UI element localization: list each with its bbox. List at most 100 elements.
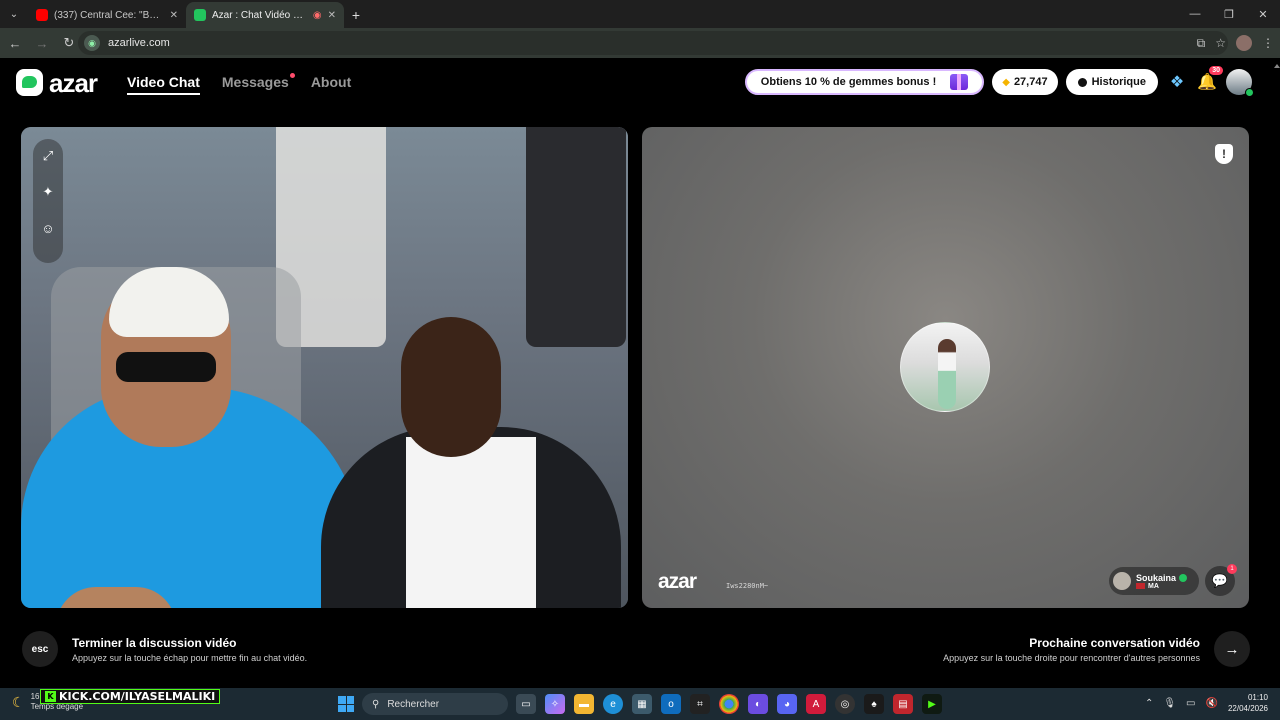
expand-icon[interactable]: ⤢ (37, 145, 59, 167)
display-icon[interactable]: ▭ (1186, 698, 1195, 709)
next-arrow-button[interactable]: → (1214, 631, 1250, 667)
tab-search-dropdown[interactable]: ⌄ (0, 0, 28, 28)
azar-logo[interactable]: azar (16, 67, 98, 98)
browser-toolbar: ← → ↻ ◉ azarlive.com ⧉ ☆ ⋮ (0, 28, 1280, 58)
end-chat-title: Terminer la discussion vidéo (72, 635, 237, 650)
page-scrollbar[interactable] (1272, 58, 1280, 688)
forward-icon[interactable]: → (30, 31, 54, 55)
smiley-icon[interactable]: ☺ (37, 217, 59, 239)
esc-key-button[interactable]: esc (22, 631, 58, 667)
task-view-icon[interactable]: ▭ (516, 694, 536, 714)
adobe-icon[interactable]: A (806, 694, 826, 714)
peer-name-row: Soukaina (1136, 573, 1187, 583)
browser-tab-azar[interactable]: Azar : Chat Vidéo avec de n ◉ ✕ (186, 2, 344, 28)
windows-start-icon[interactable] (338, 696, 354, 712)
notification-count-badge: 30 (1209, 66, 1223, 75)
nav-messages[interactable]: Messages (222, 73, 295, 95)
shop-icon[interactable]: ❖ (1166, 71, 1188, 93)
promo-label: Obtiens 10 % de gemmes bonus ! (760, 76, 937, 88)
toolbar-actions: ⧉ ☆ ⋮ (1197, 31, 1274, 55)
bookmark-star-icon[interactable]: ☆ (1215, 36, 1226, 50)
notifications-bell-icon[interactable]: 🔔 30 (1196, 66, 1223, 93)
kick-app-icon[interactable]: ▶ (922, 694, 942, 714)
new-tab-button[interactable]: + (344, 2, 368, 28)
install-app-icon[interactable]: ⧉ (1197, 36, 1206, 51)
taskbar-search[interactable]: ⚲ Rechercher (362, 693, 508, 715)
close-tab-icon[interactable]: ✕ (328, 10, 336, 21)
game-controller-icon[interactable]: ◐ (748, 694, 768, 714)
history-button[interactable]: Historique (1065, 69, 1158, 95)
user-avatar[interactable] (1226, 69, 1254, 97)
next-chat-text: Prochaine conversation vidéo Appuyez sur… (943, 636, 1200, 663)
kick-logo-icon: K (45, 691, 56, 702)
discord-icon[interactable]: ◕ (777, 694, 797, 714)
close-tab-icon[interactable]: ✕ (170, 10, 178, 21)
chat-button[interactable]: 💬 1 (1205, 564, 1237, 596)
unread-dot (289, 73, 295, 78)
stream-overlay-banner: K KICK.COM/ILYASELMALIKI (40, 689, 221, 704)
clock[interactable]: 01:10 22/04/2026 (1228, 692, 1268, 714)
restore-icon[interactable]: ❐ (1212, 0, 1246, 28)
azar-logo-icon (16, 69, 43, 96)
site-info-icon[interactable]: ◉ (84, 35, 100, 51)
azar-watermark: azar (658, 570, 697, 593)
white-shirt (406, 437, 536, 608)
gift-icon (950, 74, 969, 90)
background-dark-garment (526, 127, 626, 347)
outlook-icon[interactable]: o (661, 694, 681, 714)
morocco-flag-icon (1135, 583, 1145, 589)
tray-chevron-icon[interactable]: ⌃ (1145, 698, 1153, 709)
store-icon[interactable]: ▦ (632, 694, 652, 714)
microphone-icon[interactable]: 🎙 (1163, 698, 1176, 709)
site-header: azar Video Chat Messages About Obtiens 1… (0, 58, 1272, 106)
copilot-icon[interactable]: ✧ (545, 694, 565, 714)
tab-title: (337) Central Cee: "Band4Band" (54, 9, 164, 21)
peer-country-row: MA (1135, 583, 1187, 590)
logo-text: azar (49, 67, 98, 98)
tab-title: Azar : Chat Vidéo avec de n (212, 9, 307, 21)
edge-icon[interactable]: e (603, 694, 623, 714)
obs-icon[interactable]: ◎ (835, 694, 855, 714)
windows-taskbar: ☾ 16 Temps dégagé K KICK.COM/ILYASELMALI… (0, 688, 1280, 720)
moon-icon: ☾ (12, 693, 25, 710)
end-chat-text: Terminer la discussion vidéo Appuyez sur… (72, 636, 307, 663)
profile-avatar[interactable] (1236, 35, 1252, 51)
self-video-panel: ⤢ ✦ ☺ (21, 127, 628, 608)
history-label: Historique (1091, 76, 1146, 88)
back-icon[interactable]: ← (3, 31, 27, 55)
close-window-icon[interactable]: ✕ (1246, 0, 1280, 28)
gem-icon: ◆ (1002, 76, 1010, 88)
verified-icon (1179, 574, 1187, 583)
gems-count: 27,747 (1013, 76, 1048, 88)
chrome-icon[interactable] (719, 694, 739, 714)
taskbar-apps: ▭ ✧ ▬ e ▦ o ⌗ ◐ ◕ A ◎ ♠ ▤ ▶ (516, 694, 942, 714)
nav-video-chat[interactable]: Video Chat (127, 74, 200, 95)
azar-favicon-icon (194, 9, 206, 21)
peer-figure (938, 339, 956, 409)
magic-wand-icon[interactable]: ✦ (37, 181, 59, 203)
menu-dots-icon[interactable]: ⋮ (1262, 36, 1274, 50)
search-placeholder: Rechercher (387, 698, 440, 710)
browser-tab-youtube[interactable]: (337) Central Cee: "Band4Band" ✕ (28, 2, 186, 28)
camera-tools: ⤢ ✦ ☺ (33, 139, 63, 263)
person-head (401, 317, 501, 457)
youtube-favicon-icon (36, 9, 48, 21)
browser-tab-bar: ⌄ (337) Central Cee: "Band4Band" ✕ Azar … (0, 0, 1280, 28)
streamer-app-icon[interactable]: ▤ (893, 694, 913, 714)
capcut-icon[interactable]: ⌗ (690, 694, 710, 714)
file-explorer-icon[interactable]: ▬ (574, 694, 594, 714)
next-chat-action[interactable]: Prochaine conversation vidéo Appuyez sur… (943, 631, 1250, 667)
date: 22/04/2026 (1227, 704, 1268, 713)
address-bar[interactable]: ◉ azarlive.com (78, 31, 1228, 55)
end-chat-action[interactable]: esc Terminer la discussion vidéo Appuyez… (22, 631, 307, 667)
next-chat-title: Prochaine conversation vidéo (1029, 635, 1200, 650)
peer-profile-tag[interactable]: Soukaina MA (1108, 567, 1199, 595)
volume-mute-icon[interactable]: 🔇 (1206, 698, 1218, 709)
gems-balance-button[interactable]: ◆ 27,747 (992, 69, 1058, 95)
url-text: azarlive.com (108, 37, 170, 49)
app-icon[interactable]: ♠ (864, 694, 884, 714)
minimize-icon[interactable]: — (1178, 0, 1212, 28)
report-shield-icon[interactable]: ! (1215, 144, 1233, 164)
nav-about[interactable]: About (311, 74, 351, 95)
gem-bonus-promo-button[interactable]: Obtiens 10 % de gemmes bonus ! (744, 69, 985, 95)
